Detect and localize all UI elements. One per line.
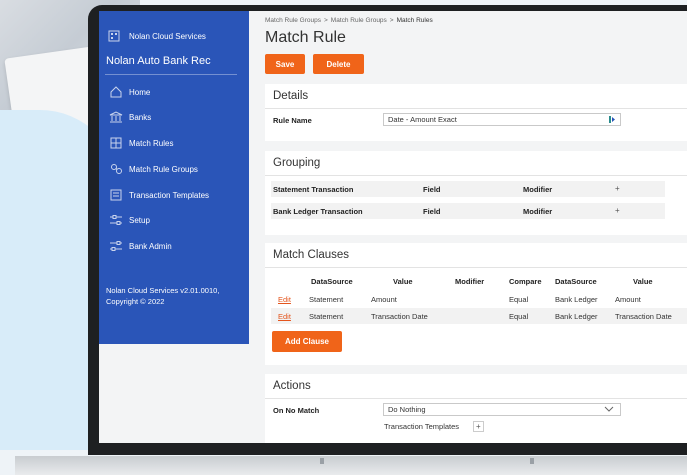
compare-cell: Equal	[509, 295, 529, 304]
rules-icon	[109, 136, 123, 150]
home-icon	[109, 85, 123, 99]
divider	[265, 398, 687, 399]
chevron-down-icon	[604, 406, 614, 415]
column-header: DataSource	[311, 277, 353, 286]
delete-button[interactable]: Delete	[313, 54, 364, 74]
page-title: Match Rule	[265, 29, 346, 46]
column-header: Value	[633, 277, 653, 286]
laptop-base	[15, 456, 687, 475]
grouping-title: Grouping	[273, 157, 321, 169]
sidebar-item-label: Home	[129, 87, 151, 97]
column-header: DataSource	[555, 277, 597, 286]
divider	[265, 108, 687, 109]
sidebar-divider	[105, 74, 237, 75]
add-grouping-button[interactable]: +	[615, 206, 620, 215]
modifier-header: Modifier	[523, 185, 553, 194]
edit-link[interactable]: Edit	[278, 295, 291, 304]
laptop-hinge	[530, 458, 534, 464]
sidebar-item-setup[interactable]: Setup	[109, 213, 150, 227]
edit-link[interactable]: Edit	[278, 312, 291, 321]
match-clauses-card: Match Clauses DataSource Value Modifier …	[265, 243, 687, 365]
on-no-match-value: Do Nothing	[388, 405, 426, 414]
sidebar-item-label: Setup	[129, 215, 150, 225]
divider	[265, 267, 687, 268]
brand-label: Nolan Cloud Services	[129, 31, 206, 41]
sidebar-item-label: Match Rules	[129, 138, 174, 148]
sidebar-item-match-rules[interactable]: Match Rules	[109, 136, 173, 150]
on-no-match-label: On No Match	[273, 406, 320, 415]
sidebar-item-bank-admin[interactable]: Bank Admin	[109, 239, 172, 253]
breadcrumb-separator: >	[389, 17, 394, 24]
grouping-card: Grouping Statement Transaction Field Mod…	[265, 151, 687, 235]
details-card: Details Rule Name Date - Amount Exact	[265, 84, 687, 141]
version-text: Nolan Cloud Services v2.01.0010,	[106, 286, 220, 295]
add-clause-button[interactable]: Add Clause	[272, 331, 342, 352]
app-name: Nolan Auto Bank Rec	[106, 55, 211, 67]
datasource-cell: Bank Ledger	[555, 295, 598, 304]
on-no-match-select[interactable]: Do Nothing	[383, 403, 621, 416]
datasource-cell: Bank Ledger	[555, 312, 598, 321]
grouping-row-label: Bank Ledger Transaction	[273, 207, 363, 216]
match-clauses-title: Match Clauses	[273, 249, 350, 261]
save-button[interactable]: Save	[265, 54, 305, 74]
sliders-icon	[109, 213, 123, 227]
laptop-hinge	[320, 458, 324, 464]
compare-cell: Equal	[509, 312, 529, 321]
sidebar-item-label: Bank Admin	[129, 241, 172, 251]
sidebar-item-transaction-templates[interactable]: Transaction Templates	[109, 188, 209, 202]
sidebar-brand[interactable]: Nolan Cloud Services	[107, 29, 206, 43]
rule-name-input[interactable]: Date - Amount Exact	[383, 113, 621, 126]
admin-sliders-icon	[109, 239, 123, 253]
sidebar-item-banks[interactable]: Banks	[109, 110, 151, 124]
value-cell: Amount	[615, 295, 641, 304]
add-template-button[interactable]: +	[473, 421, 484, 432]
column-header: Compare	[509, 277, 542, 286]
actions-card: Actions On No Match Do Nothing Transacti…	[265, 374, 687, 443]
sidebar-item-label: Banks	[129, 112, 152, 122]
breadcrumb-link[interactable]: Match Rule Groups	[331, 17, 387, 24]
value-cell: Amount	[371, 295, 397, 304]
field-header: Field	[423, 207, 441, 216]
divider	[265, 175, 687, 176]
sidebar-item-home[interactable]: Home	[109, 85, 150, 99]
add-grouping-button[interactable]: +	[615, 184, 620, 193]
column-header: Value	[393, 277, 413, 286]
breadcrumb-separator: >	[324, 17, 328, 24]
rule-name-label: Rule Name	[273, 116, 312, 125]
template-icon	[109, 188, 123, 202]
actions-title: Actions	[273, 380, 311, 392]
sidebar-item-label: Transaction Templates	[129, 190, 210, 200]
column-header: Modifier	[455, 277, 485, 286]
bank-icon	[109, 110, 123, 124]
field-header: Field	[423, 185, 441, 194]
copyright-text: Copyright © 2022	[106, 297, 165, 306]
rule-name-value: Date - Amount Exact	[388, 115, 457, 124]
building-icon	[107, 29, 121, 43]
grouping-row-label: Statement Transaction	[273, 185, 354, 194]
breadcrumb-current: Match Rules	[396, 17, 433, 24]
breadcrumb-link[interactable]: Match Rule Groups	[265, 17, 321, 24]
sidebar: Nolan Cloud Services Nolan Auto Bank Rec…	[99, 11, 249, 344]
transaction-templates-label: Transaction Templates	[384, 422, 460, 431]
sidebar-footer: Nolan Cloud Services v2.01.0010, Copyrig…	[106, 285, 219, 307]
modifier-header: Modifier	[523, 207, 553, 216]
sidebar-item-label: Match Rule Groups	[129, 164, 198, 174]
app-screen: Nolan Cloud Services Nolan Auto Bank Rec…	[99, 11, 687, 443]
value-cell: Transaction Date	[615, 312, 672, 321]
details-title: Details	[273, 90, 309, 102]
sidebar-item-match-rule-groups[interactable]: Match Rule Groups	[109, 162, 198, 176]
datasource-cell: Statement	[309, 295, 344, 304]
value-cell: Transaction Date	[371, 312, 428, 321]
autofill-icon	[608, 115, 616, 126]
breadcrumb: Match Rule Groups > Match Rule Groups > …	[265, 17, 433, 24]
groups-icon	[109, 162, 123, 176]
datasource-cell: Statement	[309, 312, 344, 321]
